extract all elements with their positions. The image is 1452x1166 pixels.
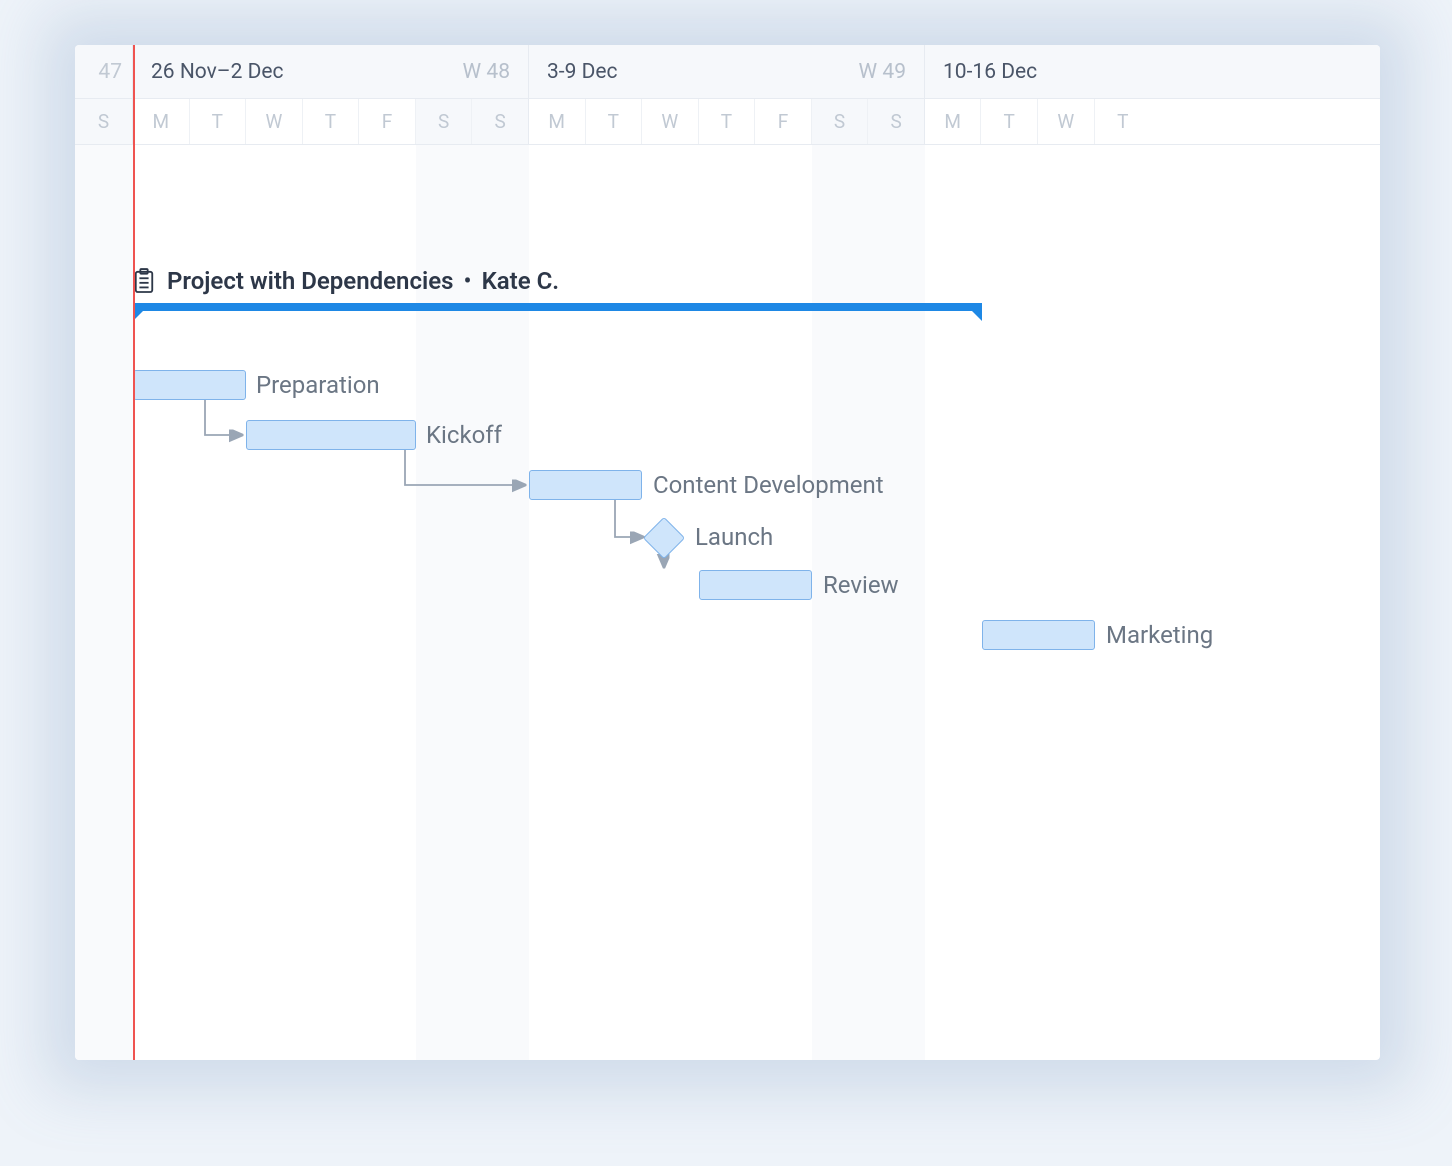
task-bar-kickoff[interactable] <box>246 420 416 450</box>
project-icon <box>133 268 155 294</box>
day-col: W <box>1038 99 1095 144</box>
task-label-marketing: Marketing <box>1106 621 1213 649</box>
day-col: M <box>529 99 586 144</box>
day-col: T <box>190 99 247 144</box>
project-summary-bar[interactable] <box>133 303 982 311</box>
day-col: F <box>359 99 416 144</box>
week-stub-number: 47 <box>98 60 122 84</box>
day-col: F <box>755 99 812 144</box>
week-50[interactable]: 10-16 Dec <box>925 45 1380 98</box>
project-owner: Kate C. <box>482 267 560 295</box>
gantt-body[interactable]: Project with Dependencies • Kate C. Prep… <box>75 145 1380 1060</box>
day-col: S <box>416 99 473 144</box>
weekend-shade <box>75 145 133 1060</box>
week-range: 10-16 Dec <box>943 60 1037 84</box>
task-label-kickoff: Kickoff <box>426 421 502 449</box>
day-col: S <box>472 99 529 144</box>
day-col: W <box>246 99 303 144</box>
task-label-review: Review <box>823 571 899 599</box>
separator-dot: • <box>463 267 471 295</box>
week-number: W 48 <box>463 60 510 84</box>
milestone-launch[interactable] <box>643 517 685 559</box>
week-range: 3-9 Dec <box>547 60 618 84</box>
day-col: T <box>699 99 756 144</box>
day-col: T <box>586 99 643 144</box>
task-label-content: Content Development <box>653 471 884 499</box>
day-col: M <box>925 99 982 144</box>
task-bar-marketing[interactable] <box>982 620 1095 650</box>
day-col: T <box>981 99 1038 144</box>
day-col: S <box>812 99 869 144</box>
today-indicator <box>133 145 135 1060</box>
task-label-launch: Launch <box>695 523 773 551</box>
timeline-days-row: S M T W T F S S M T W T F S S M T W T <box>75 99 1380 145</box>
day-col: S <box>868 99 925 144</box>
day-col: M <box>133 99 190 144</box>
day-col: W <box>642 99 699 144</box>
week-range: 26 Nov–2 Dec <box>151 60 284 84</box>
day-col: T <box>1095 99 1152 144</box>
week-49[interactable]: 3-9 Dec W 49 <box>529 45 925 98</box>
project-header[interactable]: Project with Dependencies • Kate C. <box>133 267 559 295</box>
day-col: S <box>75 99 133 144</box>
task-bar-preparation[interactable] <box>133 370 246 400</box>
task-bar-content[interactable] <box>529 470 642 500</box>
day-col: T <box>303 99 360 144</box>
task-label-preparation: Preparation <box>256 371 380 399</box>
timeline-weeks-row: 47 26 Nov–2 Dec W 48 3-9 Dec W 49 10-16 … <box>75 45 1380 99</box>
gantt-frame: 47 26 Nov–2 Dec W 48 3-9 Dec W 49 10-16 … <box>75 45 1380 1060</box>
week-number: W 49 <box>859 60 906 84</box>
week-48[interactable]: 26 Nov–2 Dec W 48 <box>133 45 529 98</box>
task-bar-review[interactable] <box>699 570 812 600</box>
project-title: Project with Dependencies <box>167 267 453 295</box>
weekend-shade <box>812 145 925 1060</box>
week-stub: 47 <box>75 45 133 98</box>
